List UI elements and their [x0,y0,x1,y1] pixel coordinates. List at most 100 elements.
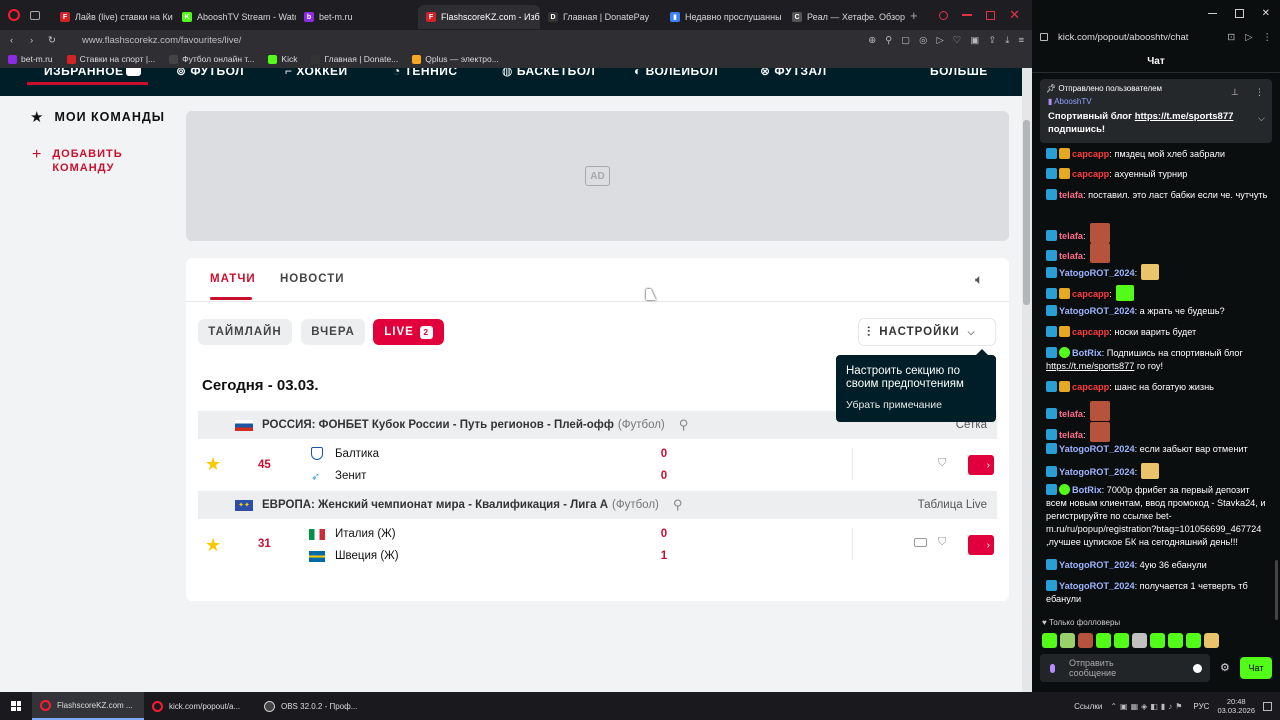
chat-message[interactable]: telafa: [1032,243,1268,263]
nav-volleyball[interactable]: ◐ ВОЛЕЙБОЛ [634,68,718,78]
minimize-icon[interactable] [1207,12,1217,14]
zoom-icon[interactable]: ⊕ [868,35,876,46]
tv-icon[interactable] [914,538,927,547]
emoji-icon[interactable] [1193,663,1202,673]
chat-username[interactable]: capcapp [1072,382,1109,392]
chat-message[interactable]: YatogoROT_2024: а жрать че будешь? [1032,305,1268,318]
chat-message[interactable]: telafa: [1032,223,1268,243]
taskbar-item-obs[interactable]: OBS 32.0.2 - Проф... [256,692,368,720]
bookmark-item[interactable]: bet-m.ru [8,54,53,64]
chat-input[interactable]: Отправить сообщение [1040,654,1210,682]
chat-username[interactable]: YatogoROT_2024 [1059,306,1135,316]
chat-scrollbar[interactable] [1275,560,1278,620]
lineup-icon[interactable]: ⛉ [938,536,946,549]
chat-username[interactable]: telafa [1059,190,1083,200]
pin-icon[interactable]: ⊡ [1227,32,1235,43]
browser-tab[interactable]: ▮ Недавно прослушанны [662,5,784,29]
chat-username[interactable]: capcapp [1072,289,1109,299]
chat-message[interactable]: YatogoROT_2024: [1032,463,1268,479]
lineup-icon[interactable]: ⛉ [938,457,946,470]
scrollbar-thumb[interactable] [1023,120,1030,305]
send-chat-button[interactable]: Чат [1240,657,1272,679]
chat-username[interactable]: capcapp [1072,327,1109,337]
chat-username[interactable]: YatogoROT_2024 [1059,268,1135,278]
league-link[interactable]: Таблица Live [918,499,987,511]
snapshot-icon[interactable]: ▢ [901,35,910,46]
favorite-star-icon[interactable]: ★ [205,454,221,475]
menu-icon[interactable]: ⋮ [1263,32,1273,43]
emote-icon[interactable] [1042,633,1057,648]
chat-username[interactable]: BotRix [1072,348,1102,358]
chat-username[interactable]: BotRix [1072,485,1102,495]
chat-link[interactable]: https://t.me/sports877 [1046,361,1134,371]
windows-start-icon[interactable] [0,701,32,711]
forward-icon[interactable]: › [30,35,42,46]
nav-more[interactable]: БОЛЬШЕ [930,68,988,78]
browser-tab[interactable]: b bet-m.ru [296,5,418,29]
chat-username[interactable]: telafa [1059,251,1083,261]
chat-message[interactable]: telafa: [1032,401,1268,421]
chat-username[interactable]: YatogoROT_2024 [1059,560,1135,570]
pin-league-icon[interactable]: ⚲ [673,497,683,513]
search-tabs-icon[interactable] [939,10,949,20]
unpin-icon[interactable]: ⊥ [1231,87,1239,98]
chat-message[interactable]: capcapp: пмздец мой хлеб забрали [1032,148,1268,161]
emote-icon[interactable] [1204,633,1219,648]
maximize-icon[interactable] [986,10,996,20]
chat-message[interactable]: BotRix: 7000р фрибет за первый депозит в… [1032,484,1268,549]
notifications-icon[interactable] [1263,701,1272,711]
taskbar-item-opera-2[interactable]: kick.com/popout/a... [144,692,256,720]
league-header[interactable]: ✦✦ ЕВРОПА: Женский чемпионат мира - Квал… [198,491,997,519]
pinned-message[interactable]: 📌︎ Отправлено пользователем ▮ AbooshTV С… [1040,79,1272,143]
emote-icon[interactable] [1096,633,1111,648]
clock[interactable]: 20:48 03.03.2026 [1217,697,1255,715]
bookmark-item[interactable]: Главная | Donate... [311,54,398,64]
emote-icon[interactable] [1114,633,1129,648]
nav-hockey[interactable]: ⌐ ХОККЕЙ [285,68,348,78]
match-detail-button[interactable]: › [968,455,994,475]
send-icon[interactable]: ▷ [1245,32,1252,43]
chat-message[interactable]: telafa: [1032,422,1268,442]
camera-icon[interactable]: ◎ [919,35,927,46]
reload-icon[interactable]: ↻ [48,35,62,46]
nav-tennis[interactable]: ◔ ТЕННИС [393,68,458,78]
download-icon[interactable]: ⤓ [1005,35,1009,46]
chat-username[interactable]: telafa [1059,430,1083,440]
bookmark-item[interactable]: Qplus — электро... [412,54,499,64]
mute-sound-icon[interactable]: 🔈︎ [975,271,983,288]
chat-message[interactable]: YatogoROT_2024: 4ую 36 ебанули [1032,559,1268,572]
emote-icon[interactable] [1060,633,1075,648]
browser-tab[interactable]: D Главная | DonatePay [540,5,662,29]
nav-favorites[interactable]: ИЗБРАННОЕ [44,68,124,78]
settings-button[interactable]: ⫶ НАСТРОЙКИ ⌵ [858,318,996,346]
chevron-down-icon[interactable]: ⌵ [1258,113,1265,124]
favorite-star-icon[interactable]: ★ [205,535,221,556]
tray-icons[interactable]: ⌃▣▦◈◧▮♪⚑ [1110,702,1185,711]
bookmark-item[interactable]: Футбол онлайн т... [169,54,254,64]
maximize-icon[interactable] [1234,8,1244,18]
close-icon[interactable]: ✕ [1262,8,1270,19]
pinned-link[interactable]: https://t.me/sports877 [1135,111,1234,122]
nav-futsal[interactable]: ⊗ ФУТЗАЛ [760,68,827,78]
emote-icon[interactable] [1078,633,1093,648]
chat-username[interactable]: telafa [1059,409,1083,419]
chat-username[interactable]: capcapp [1072,149,1109,159]
bookmark-item[interactable]: Kick [268,54,297,64]
opera-logo-icon[interactable] [8,9,20,21]
chat-message[interactable]: YatogoROT_2024: [1032,264,1268,280]
filter-timeline[interactable]: ТАЙМЛАЙН [198,319,292,345]
chat-message[interactable]: YatogoROT_2024: получается 1 четверть тб… [1032,580,1268,606]
url-field[interactable]: www.flashscorekz.com/favourites/live/ [82,35,241,46]
close-icon[interactable]: ✕ [1009,7,1020,23]
settings-gear-icon[interactable]: ⚙ [1220,661,1230,674]
dismiss-tooltip-link[interactable]: Убрать примечание [846,399,986,411]
tab-menu-icon[interactable] [30,10,40,20]
bookmark-item[interactable]: Ставки на спорт |... [66,54,155,64]
chat-message[interactable]: YatogoROT_2024: если забьют вар отменит [1032,443,1268,456]
box-icon[interactable]: ▣ [970,35,979,46]
emote-icon[interactable] [1186,633,1201,648]
heart-icon[interactable]: ♡ [953,35,962,46]
minimize-icon[interactable] [962,14,973,16]
chat-username[interactable]: YatogoROT_2024 [1059,444,1135,454]
filter-yesterday[interactable]: ВЧЕРА [301,319,365,345]
